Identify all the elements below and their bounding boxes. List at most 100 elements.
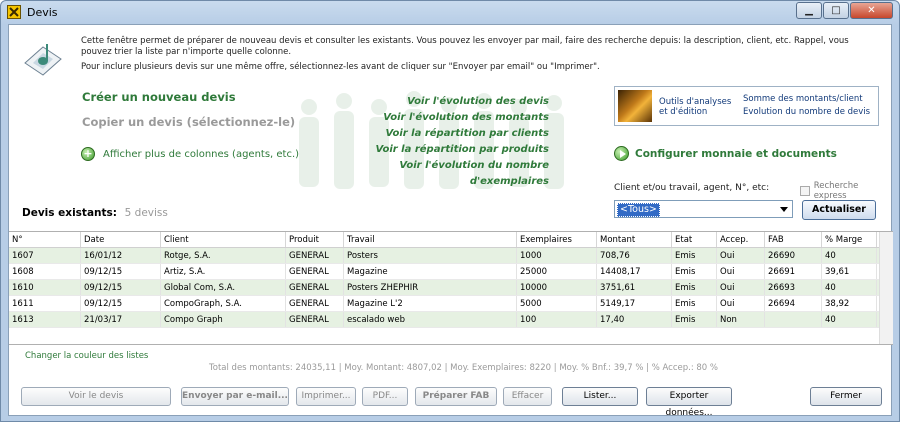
document-icon [24,44,62,76]
intro-line-1: Cette fenêtre permet de préparer de nouv… [81,36,849,57]
client-filter-value: <Tous> [617,203,660,217]
quotes-table[interactable]: N° Date Client Produit Travail Exemplair… [9,231,893,345]
analysis-tools-image [618,90,652,122]
cell-date: 09/12/15 [81,264,161,279]
existing-quotes-heading: Devis existants: 5 deviss [22,207,168,219]
cell-accepted: Oui [717,248,765,263]
analysis-tools-label: Outils d'analyses et d'édition [659,97,732,117]
cell-fab: 26690 [765,248,822,263]
col-header-client[interactable]: Client [161,232,286,247]
table-row[interactable]: 1613 21/03/17 Compo Graph GENERAL escala… [9,312,893,328]
cell-copies: 1000 [517,248,597,263]
cell-amount: 17,40 [597,312,672,327]
play-arrow-icon [614,146,629,161]
table-row[interactable]: 1610 09/12/15 Global Com, S.A. GENERAL P… [9,280,893,296]
create-quote-link[interactable]: Créer un nouveau devis [82,90,236,104]
analysis-tools-links: Somme des montants/client Evolution du n… [743,93,870,119]
cell-amount: 14408,17 [597,264,672,279]
configure-currency-label: Configurer monnaie et documents [635,147,837,160]
send-email-button[interactable]: Envoyer par e-mail... [181,387,289,406]
dialog-content: Cette fenêtre permet de préparer de nouv… [8,24,893,418]
express-search-toggle[interactable]: Recherche express [800,181,891,201]
sum-amounts-link[interactable]: Somme des montants/client [743,93,870,106]
delete-button[interactable]: Effacer [503,387,552,406]
col-header-work[interactable]: Travail [344,232,517,247]
cell-fab: 26693 [765,280,822,295]
app-icon [7,5,21,19]
pdf-button[interactable]: PDF... [362,387,408,406]
quote-count-evolution-link[interactable]: Evolution du nombre de devis [743,106,870,119]
configure-currency-link[interactable]: Configurer monnaie et documents [614,146,837,161]
copy-quote-link[interactable]: Copier un devis (sélectionnez-le) [82,115,295,129]
express-search-checkbox[interactable] [800,186,810,196]
cell-number: 1613 [9,312,81,327]
col-header-number[interactable]: N° [9,232,81,247]
analysis-tools-panel: Outils d'analyses et d'édition Somme des… [614,86,879,126]
cell-margin: 40 [822,312,877,327]
link-copies-evolution[interactable]: Voir l'évolution du nombre d'exemplaires [339,158,549,190]
close-window-button[interactable]: ✕ [850,2,893,19]
cell-status: Emis [672,312,717,327]
col-header-fab[interactable]: FAB [765,232,822,247]
cell-margin: 40 [822,248,877,263]
cell-product: GENERAL [286,296,344,311]
window-controls: ▁ □ ✕ [795,2,893,19]
existing-quotes-label: Devis existants: [22,207,117,219]
col-header-amount[interactable]: Montant [597,232,672,247]
cell-margin: 38,92 [822,296,877,311]
cell-fab: 26691 [765,264,822,279]
cell-copies: 5000 [517,296,597,311]
cell-date: 16/01/12 [81,248,161,263]
cell-amount: 708,76 [597,248,672,263]
cell-accepted: Non [717,312,765,327]
cell-client: Compo Graph [161,312,286,327]
express-search-label: Recherche express [813,181,859,201]
list-button[interactable]: Lister... [562,387,638,406]
cell-date: 09/12/15 [81,296,161,311]
col-header-product[interactable]: Produit [286,232,344,247]
cell-work: Magazine [344,264,517,279]
client-filter-select[interactable]: <Tous> [614,200,793,218]
prepare-fab-button[interactable]: Préparer FAB [415,387,497,406]
col-header-margin[interactable]: % Marge [822,232,877,247]
cell-number: 1611 [9,296,81,311]
minimize-button[interactable]: ▁ [796,2,822,19]
table-row[interactable]: 1611 09/12/15 CompoGraph, S.A. GENERAL M… [9,296,893,312]
table-row[interactable]: 1608 09/12/15 Artiz, S.A. GENERAL Magazi… [9,264,893,280]
col-header-status[interactable]: Etat [672,232,717,247]
cell-work: escalado web [344,312,517,327]
close-button[interactable]: Fermer [810,387,882,406]
cell-fab: 26694 [765,296,822,311]
show-more-columns-link[interactable]: + Afficher plus de colonnes (agents, etc… [81,147,299,161]
cell-product: GENERAL [286,312,344,327]
cell-amount: 5149,17 [597,296,672,311]
plus-icon: + [81,147,95,161]
col-header-copies[interactable]: Exemplaires [517,232,597,247]
dropdown-arrow-icon[interactable] [780,207,788,212]
close-icon: ✕ [867,5,876,16]
col-header-accepted[interactable]: Accep. [717,232,765,247]
totals-summary: Total des montants: 24035,11 | Moy. Mont… [209,363,718,373]
title-bar[interactable]: Devis ▁ □ ✕ [1,1,899,23]
col-header-date[interactable]: Date [81,232,161,247]
cell-work: Posters [344,248,517,263]
refresh-button[interactable]: Actualiser [802,200,876,220]
cell-accepted: Oui [717,280,765,295]
table-row[interactable]: 1607 16/01/12 Rotge, S.A. GENERAL Poster… [9,248,893,264]
chart-links: Voir l'évolution des devis Voir l'évolut… [339,94,549,190]
cell-product: GENERAL [286,248,344,263]
link-amounts-evolution[interactable]: Voir l'évolution des montants [339,110,549,126]
cell-number: 1610 [9,280,81,295]
link-products-distribution[interactable]: Voir la répartition par produits [339,142,549,158]
link-clients-distribution[interactable]: Voir la répartition par clients [339,126,549,142]
change-list-color-link[interactable]: Changer la couleur des listes [25,351,148,361]
link-quotes-evolution[interactable]: Voir l'évolution des devis [339,94,549,110]
print-button[interactable]: Imprimer... [296,387,356,406]
view-quote-button[interactable]: Voir le devis [21,387,171,406]
export-data-button[interactable]: Exporter données... [646,387,732,418]
cell-product: GENERAL [286,264,344,279]
table-scrollbar[interactable] [879,232,893,344]
client-filter-label: Client et/ou travail, agent, N°, etc: [614,183,770,193]
maximize-button[interactable]: □ [823,2,849,19]
cell-copies: 25000 [517,264,597,279]
